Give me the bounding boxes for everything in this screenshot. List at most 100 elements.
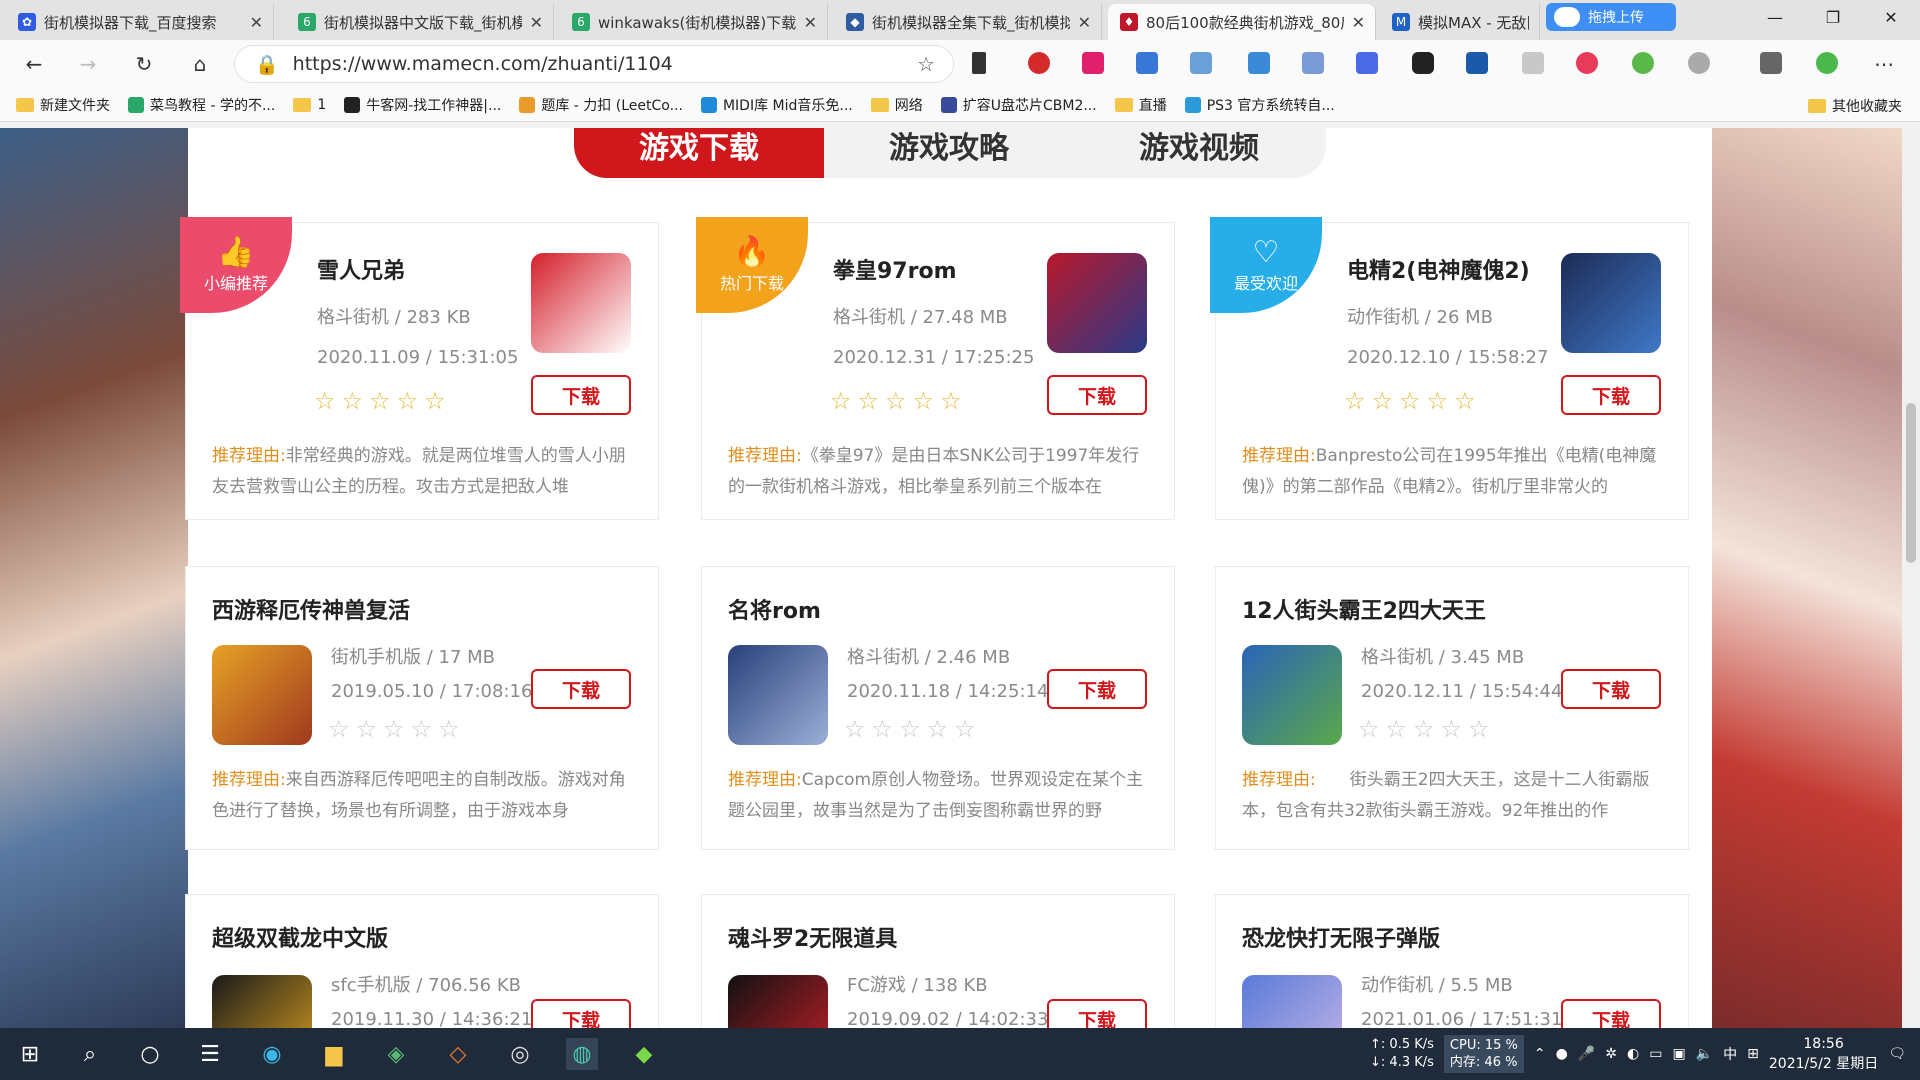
extension-icon[interactable] bbox=[1632, 52, 1654, 74]
search-icon[interactable]: ⌕ bbox=[74, 1038, 106, 1070]
game-thumbnail[interactable] bbox=[728, 645, 828, 745]
restore-icon[interactable]: ❐ bbox=[1804, 0, 1862, 34]
app-icon[interactable]: ◇ bbox=[442, 1038, 474, 1070]
chevron-up-icon[interactable]: ⌃ bbox=[1534, 1046, 1546, 1062]
bookmark-item[interactable]: 牛客网-找工作神器|... bbox=[344, 95, 501, 115]
scrollbar[interactable] bbox=[1902, 128, 1920, 1028]
download-button[interactable]: 下载 bbox=[531, 375, 631, 415]
game-title[interactable]: 拳皇97rom bbox=[833, 253, 957, 285]
collections-icon[interactable] bbox=[1760, 52, 1782, 74]
extension-grid-icon[interactable] bbox=[1136, 52, 1158, 74]
tray-app-icon[interactable]: ● bbox=[1556, 1046, 1568, 1062]
cortana-icon[interactable]: ○ bbox=[134, 1038, 166, 1070]
tab-game-guide[interactable]: 游戏攻略 bbox=[824, 128, 1074, 178]
new-extension-icon[interactable] bbox=[1248, 52, 1270, 74]
app-icon[interactable]: ◈ bbox=[380, 1038, 412, 1070]
windows-start-icon[interactable]: ⊞ bbox=[14, 1038, 46, 1070]
tab-game-download[interactable]: 游戏下载 bbox=[574, 128, 824, 178]
image-icon[interactable] bbox=[1522, 52, 1544, 74]
download-button[interactable]: 下载 bbox=[1047, 999, 1147, 1028]
obs-icon[interactable]: ◎ bbox=[504, 1038, 536, 1070]
game-title[interactable]: 恐龙快打无限子弹版 bbox=[1242, 921, 1440, 953]
download-button[interactable]: 下载 bbox=[531, 669, 631, 709]
game-title[interactable]: 名将rom bbox=[728, 593, 821, 625]
download-button[interactable]: 下载 bbox=[531, 999, 631, 1028]
scrollbar-thumb[interactable] bbox=[1906, 403, 1916, 563]
browser-tab[interactable]: ◆ 街机模拟器全集下载_街机模拟 ✕ bbox=[834, 4, 1102, 40]
extension-icon[interactable] bbox=[1190, 52, 1212, 74]
extension-icon[interactable] bbox=[1466, 52, 1488, 74]
download-button[interactable]: 下载 bbox=[1561, 375, 1661, 415]
download-button[interactable]: 下载 bbox=[1047, 375, 1147, 415]
adblock-icon[interactable] bbox=[1028, 52, 1050, 74]
browser-tab[interactable]: ♦ 80后100款经典街机游戏_80后 ✕ bbox=[1108, 4, 1376, 40]
browser-tab[interactable]: M 模拟MAX - 无敌旧 bbox=[1380, 4, 1540, 40]
game-title[interactable]: 西游释厄传神兽复活 bbox=[212, 593, 410, 625]
game-thumbnail[interactable] bbox=[1047, 253, 1147, 353]
app-icon[interactable]: ◆ bbox=[628, 1038, 660, 1070]
tab-close-icon[interactable]: ✕ bbox=[250, 13, 263, 32]
translate-icon[interactable] bbox=[1356, 52, 1378, 74]
refresh-icon[interactable]: ↻ bbox=[130, 52, 158, 76]
game-title[interactable]: 魂斗罗2无限道具 bbox=[728, 921, 897, 953]
volume-icon[interactable]: 🔈 bbox=[1696, 1046, 1713, 1062]
bookmark-item[interactable]: 网络 bbox=[870, 95, 923, 115]
minimize-icon[interactable]: — bbox=[1746, 0, 1804, 34]
more-icon[interactable]: ⋯ bbox=[1870, 52, 1898, 76]
file-explorer-icon[interactable]: ▆ bbox=[318, 1038, 350, 1070]
game-thumbnail[interactable] bbox=[1242, 975, 1342, 1028]
extension-icon[interactable] bbox=[1412, 52, 1434, 74]
keyboard-icon[interactable]: ⊞ bbox=[1747, 1046, 1759, 1062]
game-thumbnail[interactable] bbox=[1561, 253, 1661, 353]
game-title[interactable]: 雪人兄弟 bbox=[317, 253, 405, 285]
battery-icon[interactable]: ▭ bbox=[1649, 1046, 1662, 1062]
bookmark-item[interactable]: MIDI库 Mid音乐免... bbox=[700, 95, 853, 115]
game-thumbnail[interactable] bbox=[212, 645, 312, 745]
favorite-star-icon[interactable]: ☆ bbox=[917, 52, 935, 76]
network-icon[interactable]: ▣ bbox=[1672, 1046, 1685, 1062]
edge-legacy-icon[interactable]: ◉ bbox=[256, 1038, 288, 1070]
bookmark-item[interactable]: 扩容U盘芯片CBM2... bbox=[940, 95, 1097, 115]
tray-app-icon[interactable]: ◐ bbox=[1627, 1046, 1639, 1062]
profile-avatar[interactable] bbox=[1816, 52, 1838, 74]
upload-button[interactable]: 拖拽上传 bbox=[1546, 3, 1676, 31]
microphone-icon[interactable]: 🎤 bbox=[1578, 1046, 1595, 1062]
game-thumbnail[interactable] bbox=[212, 975, 312, 1028]
bookmark-item[interactable]: 菜鸟教程 - 学的不... bbox=[128, 95, 275, 115]
clock[interactable]: 18:56 2021/5/2 星期日 bbox=[1769, 1034, 1878, 1074]
extension-icon[interactable] bbox=[1302, 52, 1324, 74]
bookmark-item[interactable]: 直播 bbox=[1114, 95, 1167, 115]
bookmark-item[interactable]: 1 bbox=[293, 97, 326, 113]
ime-indicator[interactable]: 中 bbox=[1723, 1044, 1737, 1064]
game-title[interactable]: 超级双截龙中文版 bbox=[212, 921, 388, 953]
settings-icon[interactable]: ✲ bbox=[1605, 1046, 1617, 1062]
download-button[interactable]: 下载 bbox=[1561, 669, 1661, 709]
game-thumbnail[interactable] bbox=[531, 253, 631, 353]
bookmark-item[interactable]: 新建文件夹 bbox=[16, 95, 110, 115]
tab-close-icon[interactable]: ✕ bbox=[804, 13, 817, 32]
other-bookmarks[interactable]: 其他收藏夹 bbox=[1808, 96, 1902, 116]
browser-tab[interactable]: ✿ 街机模拟器下载_百度搜索 ✕ bbox=[6, 4, 274, 40]
game-thumbnail[interactable] bbox=[1242, 645, 1342, 745]
game-thumbnail[interactable] bbox=[728, 975, 828, 1028]
game-title[interactable]: 电精2(电神魔傀2) bbox=[1347, 253, 1530, 285]
download-button[interactable]: 下载 bbox=[1047, 669, 1147, 709]
address-bar[interactable]: 🔒 https://www.mamecn.com/zhuanti/1104 ☆ bbox=[234, 45, 954, 83]
tab-close-icon[interactable]: ✕ bbox=[530, 13, 543, 32]
edge-browser-icon[interactable]: ◍ bbox=[566, 1038, 598, 1070]
extension-icon[interactable] bbox=[1576, 52, 1598, 74]
tab-close-icon[interactable]: ✕ bbox=[1078, 13, 1091, 32]
close-icon[interactable]: ✕ bbox=[1862, 0, 1920, 34]
browser-tab[interactable]: 6 街机模拟器中文版下载_街机模 ✕ bbox=[286, 4, 554, 40]
tab-game-video[interactable]: 游戏视频 bbox=[1074, 128, 1324, 178]
back-icon[interactable]: ← bbox=[20, 52, 48, 76]
forward-icon[interactable]: → bbox=[74, 52, 102, 76]
tab-close-icon[interactable]: ✕ bbox=[1352, 13, 1365, 32]
download-button[interactable]: 下载 bbox=[1561, 999, 1661, 1028]
download-icon[interactable] bbox=[972, 52, 986, 74]
notification-icon[interactable]: 🗨 bbox=[1888, 1046, 1906, 1062]
bookmark-item[interactable]: PS3 官方系统转自... bbox=[1184, 95, 1335, 115]
game-title[interactable]: 12人街头霸王2四大天王 bbox=[1242, 593, 1486, 625]
extension-icon[interactable] bbox=[1688, 52, 1710, 74]
task-view-icon[interactable]: ☰ bbox=[194, 1038, 226, 1070]
